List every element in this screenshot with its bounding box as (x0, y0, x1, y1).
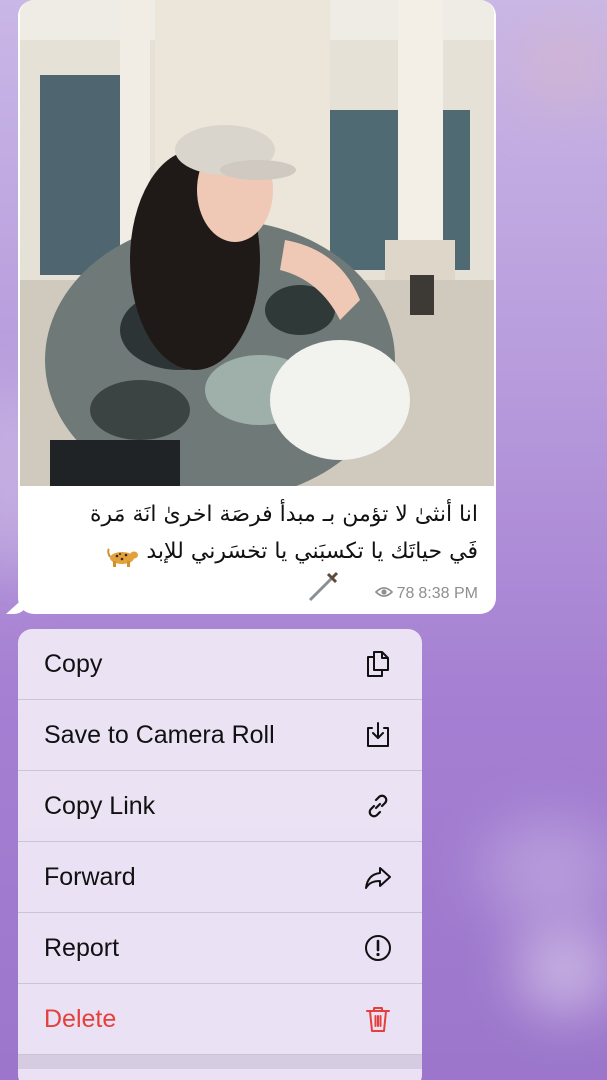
menu-item-forward[interactable]: Forward (18, 842, 422, 913)
menu-item-label: Copy Link (44, 791, 156, 820)
message-caption: انا أنثىٰ لا تؤمن بـ مبدأ فرصَة اخرىٰ ان… (34, 496, 478, 570)
download-icon (361, 718, 395, 752)
background-blur (520, 20, 607, 110)
caption-line-2: فَي حياتَك يا تكسبَني يا تخسَرني للإبد (146, 539, 478, 564)
forward-icon (361, 860, 395, 894)
message-meta: 78 8:38 PM (374, 583, 478, 605)
message-bubble[interactable]: انا أنثىٰ لا تؤمن بـ مبدأ فرصَة اخرىٰ ان… (18, 0, 496, 614)
menu-item-label: Report (44, 933, 120, 962)
menu-item-copy[interactable]: Copy (18, 629, 422, 700)
menu-item-label: Delete (44, 1004, 117, 1033)
background-blur (520, 930, 607, 1010)
exclamation-circle-icon (361, 931, 395, 965)
menu-item-label: Forward (44, 862, 136, 891)
leopard-emoji-icon (107, 542, 139, 567)
menu-item-save-to-camera-roll[interactable]: Save to Camera Roll (18, 700, 422, 771)
photo-of-woman-icon (20, 0, 494, 486)
background-blur (480, 820, 607, 920)
menu-item-delete[interactable]: Delete (18, 984, 422, 1055)
eye-icon (374, 585, 393, 604)
link-icon (361, 789, 395, 823)
trash-icon (361, 1002, 395, 1036)
menu-item-label: Copy (44, 649, 103, 678)
menu-item-label: Save to Camera Roll (44, 720, 275, 749)
context-menu: Copy Save to Camera Roll Copy Link Forwa… (18, 629, 422, 1080)
view-count: 78 (396, 585, 415, 602)
menu-item-report[interactable]: Report (18, 913, 422, 984)
message-photo[interactable] (20, 0, 494, 486)
message-time: 8:38 PM (418, 585, 478, 602)
copy-icon (361, 647, 395, 681)
menu-footer-separator (18, 1055, 422, 1069)
caption-line-1: انا أنثىٰ لا تؤمن بـ مبدأ فرصَة اخرىٰ ان… (90, 502, 478, 527)
menu-item-copy-link[interactable]: Copy Link (18, 771, 422, 842)
dagger-emoji-icon (306, 570, 340, 604)
